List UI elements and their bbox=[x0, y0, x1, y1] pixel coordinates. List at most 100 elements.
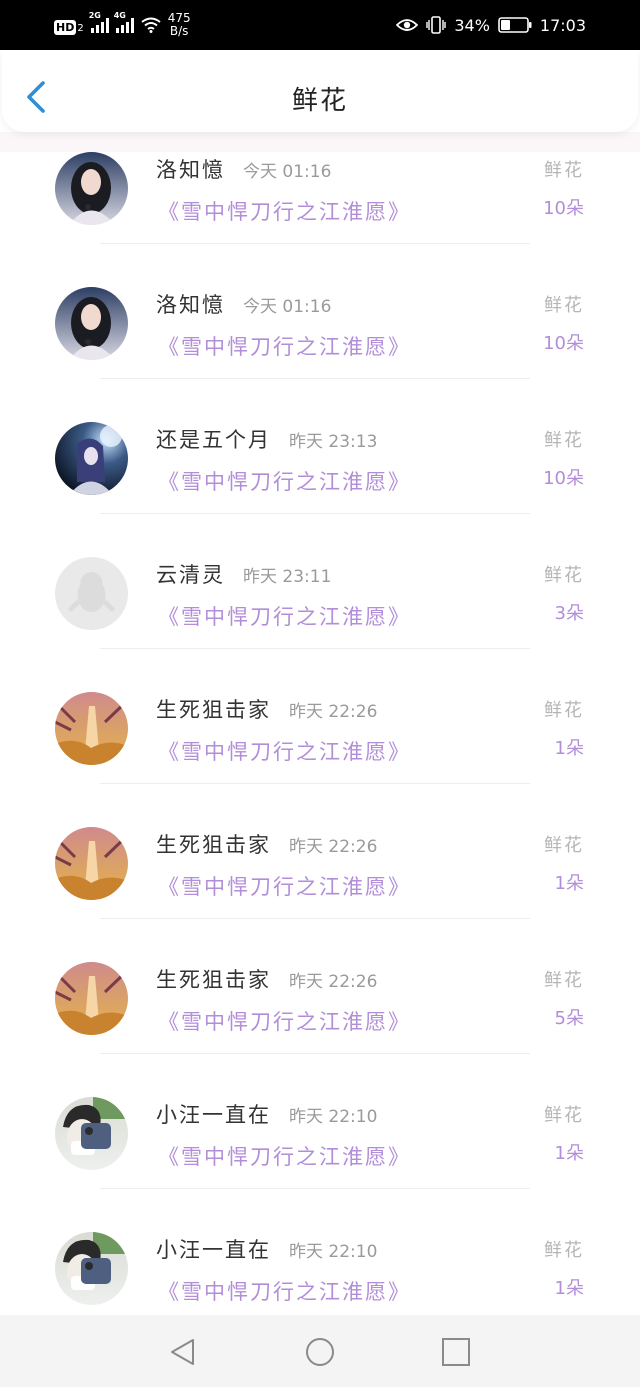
name-line: 云清灵 昨天 23:11 bbox=[156, 559, 331, 589]
flower-list: 洛知憶 今天 01:16 《雪中悍刀行之江淮愿》 鲜花 10朵 洛知憶 今天 0… bbox=[0, 152, 640, 1315]
user-name[interactable]: 小汪一直在 bbox=[156, 1099, 271, 1129]
book-title[interactable]: 《雪中悍刀行之江淮愿》 bbox=[158, 331, 411, 361]
row-divider bbox=[100, 918, 530, 919]
vibrate-icon bbox=[426, 16, 447, 34]
flower-list-item[interactable]: 生死狙击家 昨天 22:26 《雪中悍刀行之江淮愿》 鲜花 1朵 bbox=[0, 817, 640, 952]
avatar[interactable] bbox=[55, 557, 128, 630]
gift-count: 1朵 bbox=[554, 873, 584, 894]
name-line: 还是五个月 昨天 23:13 bbox=[156, 424, 377, 454]
wifi-icon bbox=[141, 17, 161, 33]
net-4g-label: 4G bbox=[113, 11, 126, 20]
user-name[interactable]: 生死狙击家 bbox=[156, 829, 271, 859]
hd-label: HD bbox=[54, 19, 77, 35]
system-nav-bar bbox=[0, 1315, 640, 1387]
gift-time: 昨天 22:26 bbox=[289, 837, 378, 857]
row-divider bbox=[100, 513, 530, 514]
gift-type: 鲜花 bbox=[544, 295, 584, 316]
gift-time: 昨天 22:26 bbox=[289, 702, 378, 722]
name-line: 生死狙击家 昨天 22:26 bbox=[156, 694, 377, 724]
header-divider-strip bbox=[0, 132, 640, 152]
book-title[interactable]: 《雪中悍刀行之江淮愿》 bbox=[158, 1006, 411, 1036]
flower-list-item[interactable]: 云清灵 昨天 23:11 《雪中悍刀行之江淮愿》 鲜花 3朵 bbox=[0, 547, 640, 682]
gift-type: 鲜花 bbox=[544, 970, 584, 991]
app-header: 鲜花 bbox=[2, 50, 638, 132]
flower-list-item[interactable]: 还是五个月 昨天 23:13 《雪中悍刀行之江淮愿》 鲜花 10朵 bbox=[0, 412, 640, 547]
gift-time: 今天 01:16 bbox=[243, 162, 332, 182]
flower-list-item[interactable]: 洛知憶 今天 01:16 《雪中悍刀行之江淮愿》 鲜花 10朵 bbox=[0, 152, 640, 277]
book-title[interactable]: 《雪中悍刀行之江淮愿》 bbox=[158, 196, 411, 226]
gift-type: 鲜花 bbox=[544, 430, 584, 451]
gift-time: 昨天 22:10 bbox=[289, 1242, 378, 1262]
row-divider bbox=[100, 1188, 530, 1189]
row-divider bbox=[100, 243, 530, 244]
row-divider bbox=[100, 378, 530, 379]
user-name[interactable]: 生死狙击家 bbox=[156, 694, 271, 724]
book-title[interactable]: 《雪中悍刀行之江淮愿》 bbox=[158, 1141, 411, 1171]
nav-recents-square-icon[interactable] bbox=[441, 1337, 471, 1367]
user-name[interactable]: 洛知憶 bbox=[156, 289, 225, 319]
avatar-selfie-phone bbox=[55, 1232, 128, 1305]
flower-list-item[interactable]: 生死狙击家 昨天 22:26 《雪中悍刀行之江淮愿》 鲜花 1朵 bbox=[0, 682, 640, 817]
flower-list-item[interactable]: 洛知憶 今天 01:16 《雪中悍刀行之江淮愿》 鲜花 10朵 bbox=[0, 277, 640, 412]
nav-back-triangle-icon[interactable] bbox=[168, 1337, 198, 1367]
flower-list-item[interactable]: 生死狙击家 昨天 22:26 《雪中悍刀行之江淮愿》 鲜花 5朵 bbox=[0, 952, 640, 1087]
avatar-sunset-tower bbox=[55, 692, 128, 765]
avatar[interactable] bbox=[55, 422, 128, 495]
book-title[interactable]: 《雪中悍刀行之江淮愿》 bbox=[158, 1276, 411, 1306]
hd-sub: 2 bbox=[77, 22, 84, 34]
flower-list-item[interactable]: 小汪一直在 昨天 22:10 《雪中悍刀行之江淮愿》 鲜花 1朵 bbox=[0, 1087, 640, 1222]
status-left: HD 2 2G 4G 475 B/s bbox=[54, 10, 191, 40]
status-right: 34% 17:03 bbox=[396, 10, 586, 40]
gift-count: 10朵 bbox=[543, 468, 584, 489]
battery-icon bbox=[498, 17, 532, 33]
book-title[interactable]: 《雪中悍刀行之江淮愿》 bbox=[158, 871, 411, 901]
user-name[interactable]: 小汪一直在 bbox=[156, 1234, 271, 1264]
avatar[interactable] bbox=[55, 692, 128, 765]
name-line: 洛知憶 今天 01:16 bbox=[156, 154, 331, 184]
nav-home-circle-icon[interactable] bbox=[305, 1337, 335, 1367]
user-name[interactable]: 云清灵 bbox=[156, 559, 225, 589]
user-name[interactable]: 还是五个月 bbox=[156, 424, 271, 454]
gift-type: 鲜花 bbox=[544, 565, 584, 586]
gift-count: 1朵 bbox=[554, 738, 584, 759]
hd-indicator: HD 2 bbox=[54, 16, 84, 35]
gift-count: 1朵 bbox=[554, 1278, 584, 1299]
user-name[interactable]: 洛知憶 bbox=[156, 154, 225, 184]
avatar[interactable] bbox=[55, 962, 128, 1035]
network-speed-unit: B/s bbox=[169, 24, 189, 38]
avatar-selfie-phone bbox=[55, 1097, 128, 1170]
avatar[interactable] bbox=[55, 152, 128, 225]
gift-type: 鲜花 bbox=[544, 1105, 584, 1126]
name-line: 生死狙击家 昨天 22:26 bbox=[156, 964, 377, 994]
signal-2g-icon: 2G bbox=[89, 11, 109, 33]
avatar-portrait-1 bbox=[55, 152, 128, 225]
book-title[interactable]: 《雪中悍刀行之江淮愿》 bbox=[158, 601, 411, 631]
gift-count: 5朵 bbox=[554, 1008, 584, 1029]
gift-count: 10朵 bbox=[543, 198, 584, 219]
gift-count: 1朵 bbox=[554, 1143, 584, 1164]
gift-time: 昨天 22:26 bbox=[289, 972, 378, 992]
gift-type: 鲜花 bbox=[544, 1240, 584, 1261]
avatar[interactable] bbox=[55, 287, 128, 360]
gift-type: 鲜花 bbox=[544, 700, 584, 721]
battery-percent: 34% bbox=[454, 15, 490, 35]
gift-time: 今天 01:16 bbox=[243, 297, 332, 317]
avatar[interactable] bbox=[55, 1232, 128, 1305]
avatar[interactable] bbox=[55, 827, 128, 900]
user-name[interactable]: 生死狙击家 bbox=[156, 964, 271, 994]
gift-type: 鲜花 bbox=[544, 835, 584, 856]
avatar-anime-night bbox=[55, 422, 128, 495]
avatar-sunset-tower bbox=[55, 827, 128, 900]
avatar[interactable] bbox=[55, 1097, 128, 1170]
avatar-default-penguin bbox=[55, 557, 128, 630]
net-2g-label: 2G bbox=[88, 11, 101, 20]
row-divider bbox=[100, 648, 530, 649]
gift-time: 昨天 23:13 bbox=[289, 432, 378, 452]
page-title: 鲜花 bbox=[291, 86, 348, 116]
network-speed: 475 B/s bbox=[168, 12, 191, 38]
book-title[interactable]: 《雪中悍刀行之江淮愿》 bbox=[158, 736, 411, 766]
book-title[interactable]: 《雪中悍刀行之江淮愿》 bbox=[158, 466, 411, 496]
eye-comfort-icon bbox=[396, 19, 419, 31]
flower-list-item[interactable]: 小汪一直在 昨天 22:10 《雪中悍刀行之江淮愿》 鲜花 1朵 bbox=[0, 1222, 640, 1315]
gift-time: 昨天 22:10 bbox=[289, 1107, 378, 1127]
